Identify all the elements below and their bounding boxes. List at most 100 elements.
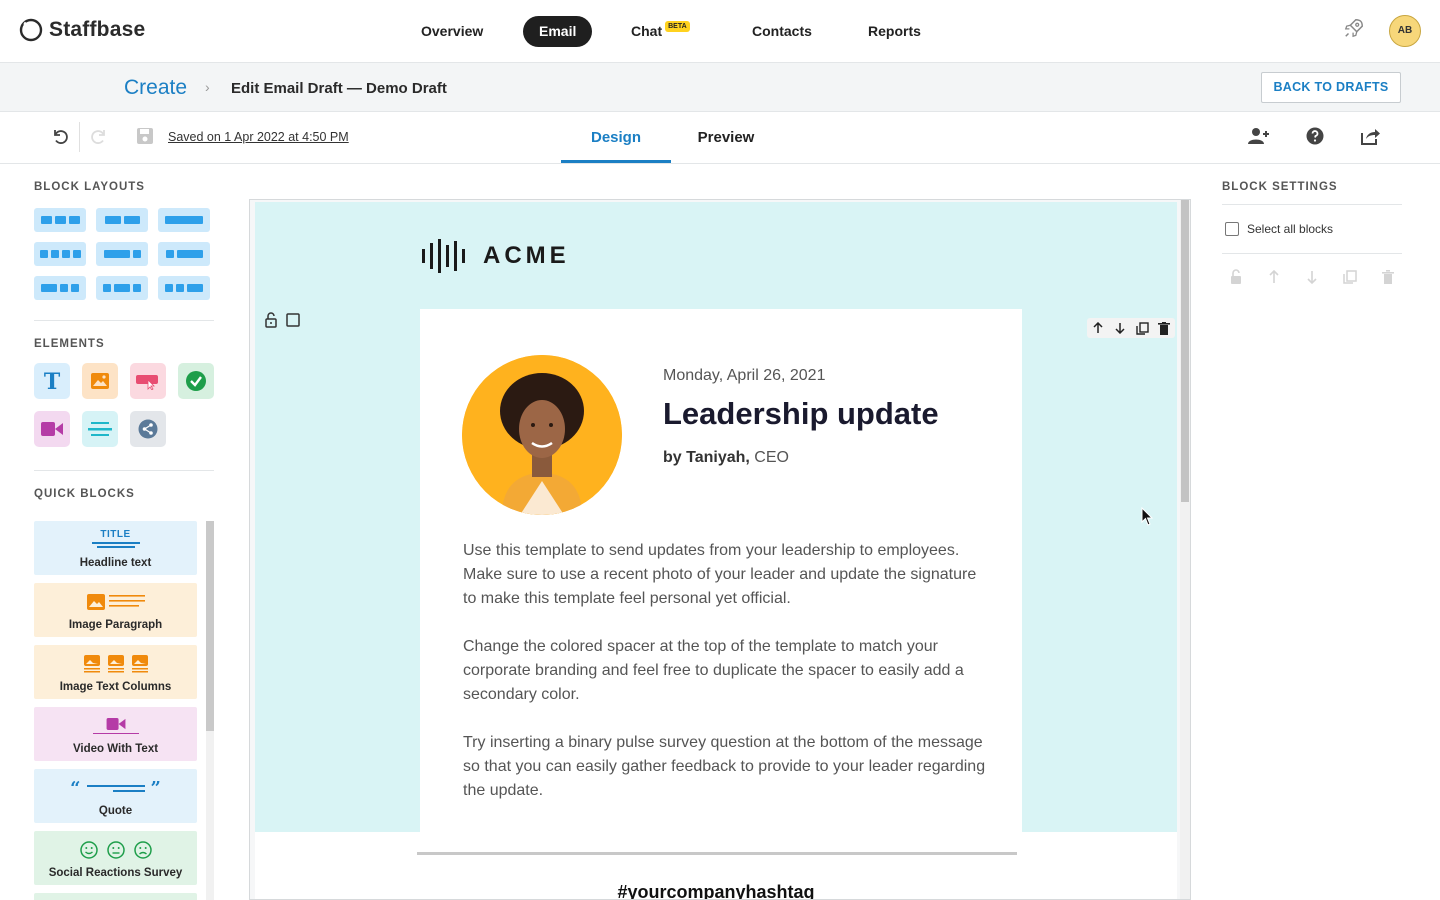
saved-status-link[interactable]: Saved on 1 Apr 2022 at 4:50 PM — [168, 130, 349, 144]
staffbase-logo[interactable]: Staffbase — [19, 18, 145, 42]
svg-text:T: T — [44, 369, 61, 393]
move-down-icon[interactable] — [1303, 268, 1321, 286]
layout-1-1-2-col[interactable] — [158, 276, 210, 300]
leader-portrait-image[interactable] — [462, 355, 622, 515]
quick-block-label: Video With Text — [72, 743, 159, 755]
video-element-icon[interactable] — [34, 411, 70, 447]
nav-email[interactable]: Email — [523, 16, 593, 47]
quick-block-video-with-text[interactable]: Video With Text — [34, 707, 197, 761]
rocket-icon[interactable] — [1343, 17, 1365, 39]
email-byline: by Taniyah, CEO — [663, 449, 789, 467]
email-date: Monday, April 26, 2021 — [663, 367, 826, 384]
layout-4-col[interactable] — [34, 242, 86, 266]
nav-contacts[interactable]: Contacts — [736, 16, 828, 47]
block-settings-tools — [1227, 268, 1397, 286]
delete-icon[interactable] — [1153, 318, 1175, 338]
divider-element-icon[interactable] — [82, 411, 118, 447]
quick-block-quote[interactable]: “ ” Quote — [34, 769, 197, 823]
layout-2-col[interactable] — [96, 208, 148, 232]
select-block-checkbox[interactable] — [285, 312, 301, 328]
select-all-checkbox[interactable] — [1225, 222, 1239, 236]
layout-3-col[interactable] — [34, 208, 86, 232]
help-icon[interactable] — [1305, 126, 1325, 146]
block-layouts-title: BLOCK LAYOUTS — [34, 181, 145, 193]
email-divider — [417, 852, 1017, 855]
tab-design[interactable]: Design — [561, 112, 671, 163]
quick-blocks-scroll-thumb[interactable] — [206, 521, 214, 731]
section-divider — [34, 470, 214, 471]
email-paragraph: Use this template to send updates from y… — [463, 542, 977, 607]
delete-icon[interactable] — [1379, 268, 1397, 286]
email-content-card[interactable]: Monday, April 26, 2021 Leadership update… — [420, 309, 1022, 834]
image-paragraph-icon — [34, 590, 197, 614]
quick-block-partial[interactable] — [34, 893, 197, 900]
byline-role: CEO — [749, 449, 789, 466]
duplicate-icon[interactable] — [1131, 318, 1153, 338]
acme-logo-text: ACME — [483, 242, 570, 269]
toolbar-divider — [79, 122, 80, 152]
quick-block-image-text-columns[interactable]: Image Text Columns — [34, 645, 197, 699]
top-navigation: Staffbase Overview Email Chat BETA Contac… — [0, 0, 1440, 63]
nav-chat[interactable]: Chat BETA — [615, 16, 706, 47]
breadcrumb-create-link[interactable]: Create — [124, 76, 187, 100]
layout-2-1-col[interactable] — [96, 242, 148, 266]
layout-2-1-1-col[interactable] — [34, 276, 86, 300]
image-element-icon[interactable] — [82, 363, 118, 399]
move-up-icon[interactable] — [1087, 318, 1109, 338]
button-element-icon[interactable] — [130, 363, 166, 399]
layout-1-2-col[interactable] — [158, 242, 210, 266]
quick-block-headline-text[interactable]: TITLE Headline text — [34, 521, 197, 575]
section-divider — [34, 320, 214, 321]
acme-logo[interactable]: ACME — [421, 239, 570, 273]
acme-logo-icon — [422, 239, 465, 273]
beta-badge: BETA — [665, 21, 690, 32]
layout-1-2-1-col[interactable] — [96, 276, 148, 300]
user-avatar[interactable]: AB — [1389, 15, 1421, 47]
share-icon[interactable] — [1359, 126, 1381, 146]
select-all-label[interactable]: Select all blocks — [1247, 222, 1333, 236]
staffbase-logo-icon — [19, 18, 43, 42]
email-canvas: ACME Monday, April 26, 2021 Leadership u… — [249, 199, 1191, 900]
page-title: Edit Email Draft — Demo Draft — [231, 80, 447, 97]
title-icon: TITLE — [34, 526, 197, 550]
email-footer-block[interactable]: #yourcompanyhashtag — [255, 832, 1177, 899]
redo-icon[interactable] — [89, 126, 109, 146]
email-headline: Leadership update — [663, 396, 939, 431]
quote-icon: “ ” — [70, 777, 161, 799]
duplicate-icon[interactable] — [1341, 268, 1359, 286]
move-down-icon[interactable] — [1109, 318, 1131, 338]
email-header-block[interactable]: ACME Monday, April 26, 2021 Leadership u… — [255, 202, 1177, 834]
smiley-icons — [34, 838, 197, 862]
nav-reports[interactable]: Reports — [852, 16, 937, 47]
mouse-cursor-icon — [1141, 507, 1154, 526]
quick-block-image-paragraph[interactable]: Image Paragraph — [34, 583, 197, 637]
undo-icon[interactable] — [50, 126, 70, 146]
quick-block-label: Social Reactions Survey — [48, 867, 183, 879]
image-columns-icon — [34, 652, 197, 676]
unlock-icon[interactable] — [263, 312, 279, 328]
block-settings-title: BLOCK SETTINGS — [1222, 181, 1338, 193]
nav-overview[interactable]: Overview — [405, 16, 499, 47]
layout-1-col[interactable] — [158, 208, 210, 232]
add-user-icon[interactable] — [1247, 126, 1271, 146]
canvas-scroll-thumb[interactable] — [1181, 200, 1189, 502]
text-element-icon[interactable]: T — [34, 363, 70, 399]
elements-title: ELEMENTS — [34, 338, 105, 350]
quick-block-label: Image Paragraph — [68, 619, 163, 631]
brand-name: Staffbase — [49, 18, 146, 41]
move-up-icon[interactable] — [1265, 268, 1283, 286]
quick-block-label: Quote — [98, 805, 133, 817]
save-icon[interactable] — [135, 126, 155, 146]
survey-element-icon[interactable] — [178, 363, 214, 399]
quick-block-social-reactions-survey[interactable]: Social Reactions Survey — [34, 831, 197, 885]
breadcrumb: Create › Edit Email Draft — Demo Draft B… — [0, 63, 1440, 112]
section-divider — [1222, 204, 1402, 205]
unlock-icon[interactable] — [1227, 268, 1245, 286]
social-element-icon[interactable] — [130, 411, 166, 447]
editor-toolbar: Saved on 1 Apr 2022 at 4:50 PM Design Pr… — [0, 112, 1440, 164]
block-row-tools — [1087, 318, 1175, 338]
back-to-drafts-button[interactable]: BACK TO DRAFTS — [1261, 72, 1401, 103]
left-sidebar: BLOCK LAYOUTS ELEMENTS T QUICK BLOCKS TI… — [0, 164, 232, 900]
tab-preview[interactable]: Preview — [671, 112, 781, 163]
video-text-icon — [34, 714, 197, 738]
